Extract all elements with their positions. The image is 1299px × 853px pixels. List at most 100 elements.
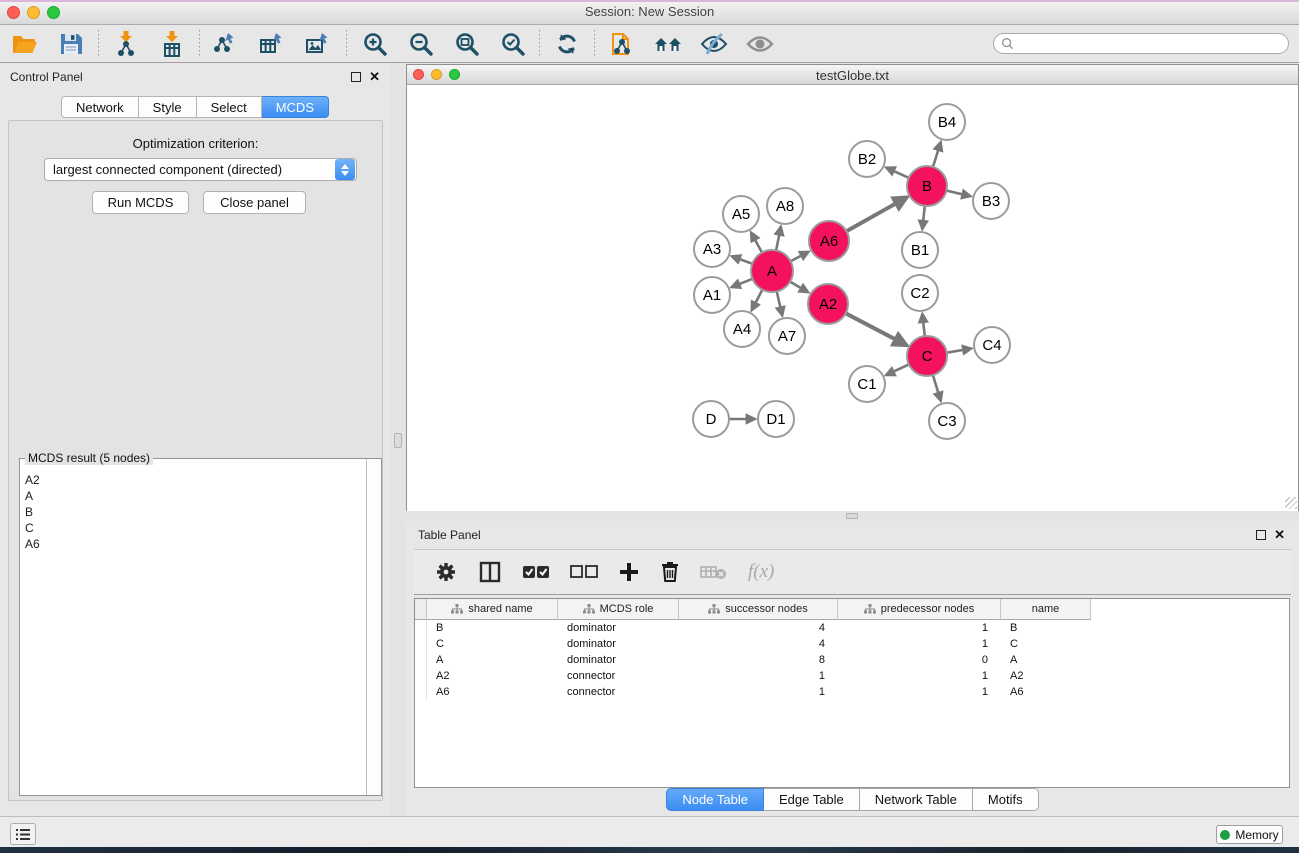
column-header-name[interactable]: name (1001, 599, 1091, 620)
save-session-icon[interactable] (56, 29, 86, 59)
float-table-panel-icon[interactable] (1256, 530, 1266, 540)
task-history-button[interactable] (10, 823, 36, 845)
graph-node-B2[interactable]: B2 (849, 141, 885, 177)
hide-selected-icon[interactable] (699, 29, 729, 59)
graph-node-B[interactable]: B (907, 166, 947, 206)
search-input[interactable] (993, 33, 1289, 54)
export-table-icon[interactable] (258, 29, 288, 59)
graph-node-C1[interactable]: C1 (849, 366, 885, 402)
tab-select[interactable]: Select (197, 96, 262, 118)
graph-edge-A-A7[interactable] (777, 291, 783, 315)
panel-splitter-vertical[interactable] (390, 63, 406, 816)
cell-shared-name[interactable]: C (427, 636, 558, 652)
cell-successor-nodes[interactable]: 1 (679, 668, 838, 684)
cell-shared-name[interactable]: B (427, 620, 558, 636)
graph-edge-A6-B[interactable] (846, 197, 907, 231)
table-row[interactable]: Bdominator41B (415, 620, 1289, 636)
graph-node-A[interactable]: A (751, 250, 793, 292)
zoom-in-icon[interactable] (359, 29, 389, 59)
table-row[interactable]: A6connector11A6 (415, 684, 1289, 700)
deselect-all-icon[interactable] (570, 564, 598, 580)
cell-predecessor-nodes[interactable]: 1 (838, 684, 1001, 700)
graph-node-B4[interactable]: B4 (929, 104, 965, 140)
result-item[interactable]: A2 (25, 472, 360, 488)
table-options-gear-icon[interactable] (434, 560, 458, 584)
graph-node-C2[interactable]: C2 (902, 275, 938, 311)
cell-shared-name[interactable]: A (427, 652, 558, 668)
zoom-out-icon[interactable] (405, 29, 435, 59)
cell-MCDS-role[interactable]: dominator (558, 652, 679, 668)
graph-node-A3[interactable]: A3 (694, 231, 730, 267)
export-image-icon[interactable] (304, 29, 334, 59)
zoom-fit-icon[interactable] (451, 29, 481, 59)
column-header-successor-nodes[interactable]: successor nodes (679, 599, 838, 620)
cell-successor-nodes[interactable]: 8 (679, 652, 838, 668)
float-panel-icon[interactable] (351, 72, 361, 82)
splitter-handle[interactable] (394, 433, 402, 448)
graph-node-A5[interactable]: A5 (723, 196, 759, 232)
export-network-icon[interactable] (212, 29, 242, 59)
network-canvas[interactable]: B4B2BB3A5A8A6B1A3AA1C2A2A4A7C4CC1C3DD1 (407, 86, 1298, 511)
import-network-icon[interactable] (111, 29, 141, 59)
graph-node-A6[interactable]: A6 (809, 221, 849, 261)
cell-shared-name[interactable]: A2 (427, 668, 558, 684)
graph-node-A4[interactable]: A4 (724, 311, 760, 347)
show-columns-icon[interactable] (478, 560, 502, 584)
cell-name[interactable]: C (1001, 636, 1091, 652)
close-panel-button[interactable]: Close panel (203, 191, 306, 214)
graph-node-B1[interactable]: B1 (902, 232, 938, 268)
column-header-shared-name[interactable]: shared name (427, 599, 558, 620)
result-scrollbar[interactable] (366, 459, 381, 795)
table-row[interactable]: A2connector11A2 (415, 668, 1289, 684)
table-row[interactable]: Adominator80A (415, 652, 1289, 668)
cell-successor-nodes[interactable]: 1 (679, 684, 838, 700)
graph-node-D1[interactable]: D1 (758, 401, 794, 437)
result-item[interactable]: B (25, 504, 360, 520)
network-from-file-icon[interactable] (607, 29, 637, 59)
graph-node-C[interactable]: C (907, 336, 947, 376)
graph-edge-C-C3[interactable] (933, 375, 941, 401)
tab-node-table[interactable]: Node Table (666, 788, 764, 811)
graph-edge-B-B2[interactable] (886, 168, 909, 178)
close-table-panel-icon[interactable]: ✕ (1274, 530, 1285, 540)
graph-node-A2[interactable]: A2 (808, 284, 848, 324)
graph-edge-C-C1[interactable] (886, 364, 909, 375)
graph-edge-B-B1[interactable] (922, 206, 925, 229)
tab-mcds[interactable]: MCDS (262, 96, 329, 118)
panel-splitter-horizontal[interactable] (406, 511, 1299, 521)
result-item[interactable]: A (25, 488, 360, 504)
delete-rows-icon[interactable] (660, 560, 680, 584)
graph-node-A1[interactable]: A1 (694, 277, 730, 313)
zoom-selected-icon[interactable] (497, 29, 527, 59)
table-row[interactable]: Cdominator41C (415, 636, 1289, 652)
graph-node-A7[interactable]: A7 (769, 318, 805, 354)
cell-name[interactable]: A6 (1001, 684, 1091, 700)
cell-MCDS-role[interactable]: dominator (558, 636, 679, 652)
optimization-criterion-select[interactable]: largest connected component (directed) (44, 158, 357, 181)
select-all-icon[interactable] (522, 564, 550, 580)
cell-name[interactable]: A2 (1001, 668, 1091, 684)
graph-edge-C-C2[interactable] (922, 314, 924, 336)
splitter-handle[interactable] (846, 513, 858, 519)
cell-predecessor-nodes[interactable]: 1 (838, 636, 1001, 652)
tab-style[interactable]: Style (139, 96, 197, 118)
close-panel-icon[interactable]: ✕ (369, 72, 380, 82)
cell-MCDS-role[interactable]: dominator (558, 620, 679, 636)
cell-MCDS-role[interactable]: connector (558, 668, 679, 684)
cell-shared-name[interactable]: A6 (427, 684, 558, 700)
cell-MCDS-role[interactable]: connector (558, 684, 679, 700)
graph-edge-A-A2[interactable] (790, 282, 808, 293)
cell-successor-nodes[interactable]: 4 (679, 636, 838, 652)
graph-edge-A-A6[interactable] (791, 252, 809, 262)
result-item[interactable]: C (25, 520, 360, 536)
tab-edge-table[interactable]: Edge Table (764, 788, 860, 811)
graph-node-C4[interactable]: C4 (974, 327, 1010, 363)
mcds-result-list[interactable]: A2ABCA6 (20, 459, 366, 795)
open-session-icon[interactable] (10, 29, 40, 59)
cell-predecessor-nodes[interactable]: 0 (838, 652, 1001, 668)
graph-node-B3[interactable]: B3 (973, 183, 1009, 219)
graph-edge-A2-C[interactable] (846, 313, 907, 345)
node-table[interactable]: shared nameMCDS rolesuccessor nodesprede… (414, 598, 1290, 788)
graph-edge-A-A1[interactable] (731, 279, 752, 287)
tab-motifs[interactable]: Motifs (973, 788, 1039, 811)
